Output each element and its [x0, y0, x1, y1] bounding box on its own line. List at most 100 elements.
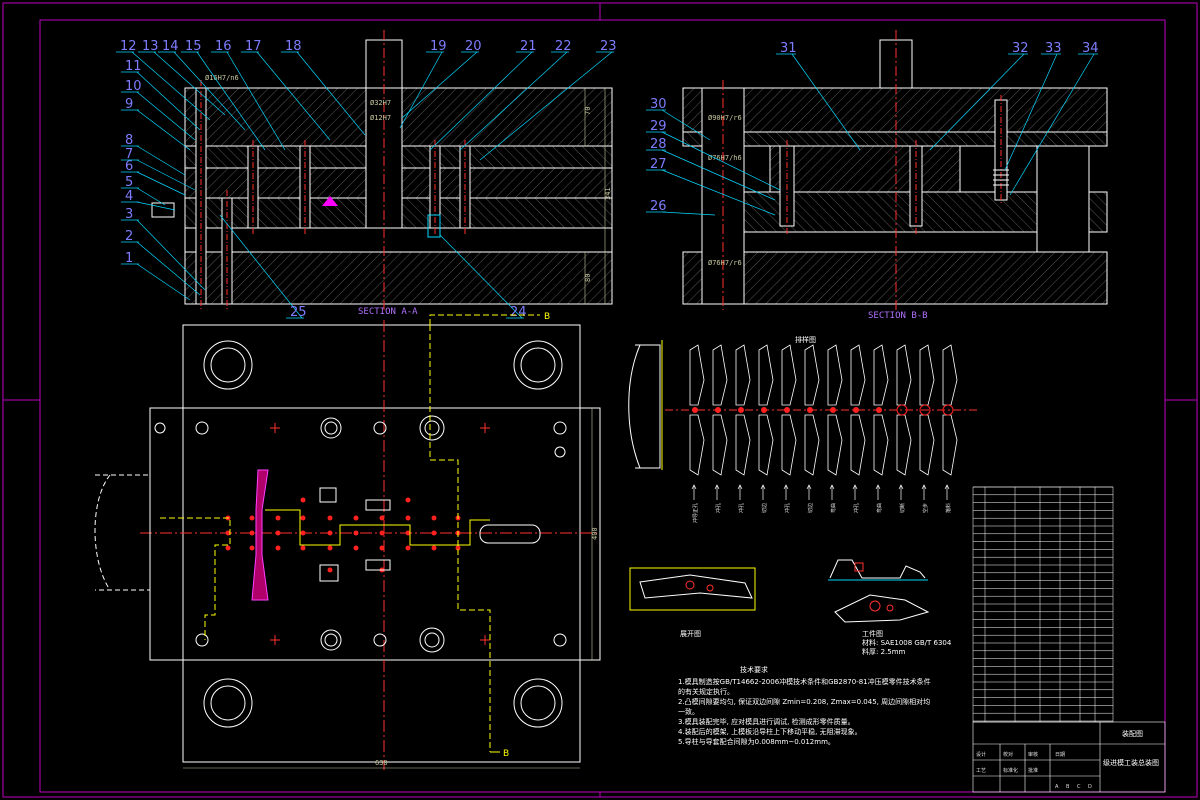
- pierce-hole: [249, 545, 255, 551]
- part-number: 5: [125, 175, 133, 190]
- pierce-hole: [405, 515, 411, 521]
- pierce-hole: [405, 497, 411, 503]
- station-arrow: 冲孔: [737, 484, 745, 513]
- station-arrow: 切边: [806, 484, 814, 513]
- workpiece-drawing: 工件图 材料: SAE1008 GB/T 6304 料厚: 2.5mm: [828, 559, 952, 656]
- part-number: 12: [120, 39, 137, 54]
- part-number: 8: [125, 133, 133, 148]
- part-number: 32: [1012, 41, 1029, 56]
- part-number: 34: [1082, 41, 1099, 56]
- tech-note-line: 1.模具制造按GB/T14662-2006冲模技术条件和GB2870-81冲压模…: [678, 677, 931, 686]
- tb-scale-c: C: [1077, 784, 1081, 790]
- part-number: 30: [650, 97, 667, 112]
- part-number: 28: [650, 137, 667, 152]
- tb-label-approve: 批准: [1028, 767, 1038, 774]
- strip-layout-title: 排样图: [795, 335, 816, 344]
- part-number: 7: [125, 147, 133, 162]
- blank-development: 展开图: [629, 567, 756, 638]
- pierce-hole: [300, 530, 306, 536]
- station-arrow: 切边: [760, 484, 768, 513]
- strip-station: [827, 344, 843, 476]
- die-pad: [184, 227, 613, 253]
- part-number: 14: [162, 39, 179, 54]
- pierce-hole: [431, 515, 437, 521]
- plan-height-dim: 400: [591, 527, 599, 540]
- station-label: 弯曲: [830, 503, 837, 513]
- pierce-hole: [431, 530, 437, 536]
- tb-label-review: 审核: [1028, 751, 1038, 758]
- station-label: 冲孔: [715, 503, 722, 513]
- part-number: 33: [1045, 41, 1062, 56]
- dim-h2: 80: [584, 274, 592, 282]
- fit-b-1: Ø90H7/r6: [708, 114, 742, 122]
- tb-label-standard: 标准化: [1003, 767, 1018, 774]
- pierce-hole: [327, 545, 333, 551]
- fit-b-2: Ø76H7/h6: [708, 154, 742, 162]
- part-number: 21: [520, 39, 537, 54]
- pierce-hole: [327, 567, 333, 573]
- part-number: 11: [125, 59, 142, 74]
- pierce-hole: [275, 530, 281, 536]
- part-number: 22: [555, 39, 572, 54]
- part-number: 9: [125, 97, 133, 112]
- cad-drawing-canvas: 70 341 80 Ø16H7/n6 Ø32H7 Ø12H7 SECTION A…: [2, 2, 1198, 798]
- station-label: 冲孔: [784, 503, 791, 513]
- cut-marker-bottom: B: [503, 749, 509, 759]
- pierce-hole: [327, 515, 333, 521]
- part-number: 23: [600, 39, 617, 54]
- part-number: 4: [125, 189, 133, 204]
- pierce-hole: [379, 545, 385, 551]
- part-number: 19: [430, 39, 447, 54]
- part-number: 27: [650, 157, 667, 172]
- station-label: 冲孔: [738, 503, 745, 513]
- tb-scale-d: D: [1088, 784, 1092, 790]
- pierce-hole: [379, 530, 385, 536]
- station-arrow: 弯曲: [875, 484, 883, 513]
- pierce-hole: [275, 545, 281, 551]
- cut-marker-top: B: [544, 312, 550, 322]
- station-label: 切边: [807, 503, 814, 513]
- fit-a: Ø32H7: [370, 99, 391, 107]
- tech-note-line: 2.凸模间隙要均匀, 保证双边间隙 Zmin=0.208, Zmax=0.045…: [678, 697, 930, 706]
- pierce-hole: [405, 545, 411, 551]
- station-label: 冲导正孔: [692, 503, 699, 523]
- fit-top: Ø16H7/n6: [205, 74, 239, 82]
- station-arrow: 冲孔: [852, 484, 860, 513]
- station-arrow: 弯曲: [829, 484, 837, 513]
- part-number: 10: [125, 79, 142, 94]
- pierce-hole: [353, 530, 359, 536]
- plan-view: B B 630 400: [94, 312, 601, 770]
- strip-layout: 排样图 冲导正孔 冲孔 冲孔 切边 冲孔 切边 弯曲 冲孔 弯曲 切断 空步 落料: [628, 335, 980, 523]
- part-number: 18: [285, 39, 302, 54]
- pierce-hole: [249, 530, 255, 536]
- part-number: 20: [465, 39, 482, 54]
- section-a-a-view: 70 341 80 Ø16H7/n6 Ø32H7 Ø12H7 SECTION A…: [116, 30, 617, 320]
- pierce-hole: [327, 530, 333, 536]
- pierce-hole: [353, 515, 359, 521]
- station-label: 切边: [761, 503, 768, 513]
- section-b-title: SECTION B-B: [868, 311, 928, 321]
- tb-label-process: 工艺: [976, 768, 986, 774]
- station-arrow: 空步: [921, 484, 929, 513]
- part-number: 17: [245, 39, 262, 54]
- section-b-b-view: Ø90H7/r6 Ø76H7/h6 Ø76H7/r6 SECTION B-B 2…: [646, 30, 1108, 321]
- part-number: 13: [142, 39, 159, 54]
- station-label: 冲孔: [853, 503, 860, 513]
- pierce-hole: [249, 515, 255, 521]
- tech-note-line: 3.模具装配完毕, 应对模具进行调试, 检测成形零件质量。: [678, 717, 855, 726]
- workpiece-label: 工件图: [862, 629, 883, 638]
- plan-width-dim: 630: [375, 759, 388, 767]
- fit-b: Ø12H7: [370, 114, 391, 122]
- section-a-title: SECTION A-A: [358, 307, 418, 317]
- bottom-plate: [184, 251, 613, 305]
- pierce-hole: [300, 497, 306, 503]
- part-number: 26: [650, 199, 667, 214]
- parts-list-table: [972, 486, 1114, 723]
- pierce-hole: [300, 515, 306, 521]
- tech-note-line: 4.装配后的模架, 上模板沿导柱上下移动平稳, 无阻滞现象。: [678, 727, 862, 736]
- blank-label: 展开图: [680, 630, 701, 638]
- pierce-hole: [275, 515, 281, 521]
- station-arrow: 冲孔: [783, 484, 791, 513]
- pierce-hole: [225, 545, 231, 551]
- pierce-hole: [300, 545, 306, 551]
